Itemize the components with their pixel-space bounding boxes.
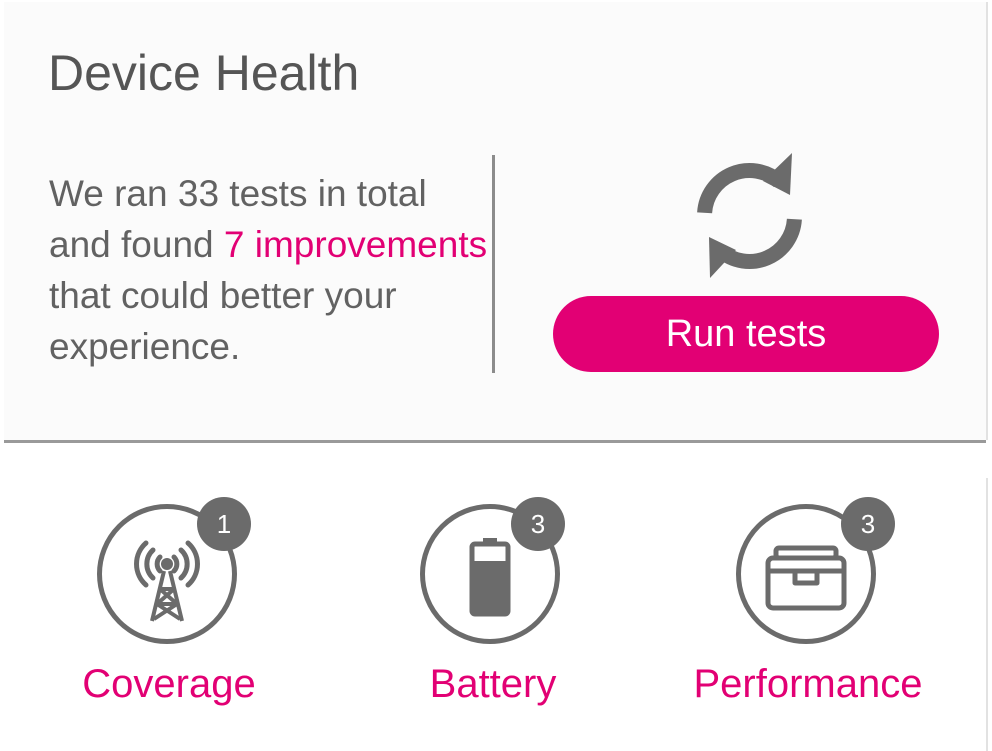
summary-card: Device Health We ran 33 tests in total a…: [4, 2, 988, 440]
category-performance[interactable]: 3 Performance: [658, 497, 958, 738]
section-divider: [4, 440, 986, 443]
improvements-count-link[interactable]: 7 improvements: [224, 224, 487, 265]
device-health-screen: Device Health We ran 33 tests in total a…: [0, 0, 992, 751]
battery-label: Battery: [429, 662, 557, 706]
performance-badge: 3: [841, 497, 895, 551]
performance-label: Performance: [693, 662, 923, 706]
vertical-divider: [492, 155, 495, 373]
category-battery[interactable]: 3 Battery: [343, 497, 643, 738]
coverage-label: Coverage: [82, 662, 256, 706]
category-coverage[interactable]: 1 Coverage: [19, 497, 319, 738]
summary-text-after: that could better your experience.: [49, 275, 397, 367]
run-tests-button[interactable]: Run tests: [553, 296, 939, 372]
coverage-badge: 1: [197, 497, 251, 551]
page-title: Device Health: [48, 45, 360, 101]
test-summary-text: We ran 33 tests in total and found 7 imp…: [49, 168, 489, 372]
refresh-icon: [697, 153, 802, 278]
battery-badge: 3: [511, 497, 565, 551]
right-edge-border: [986, 478, 988, 751]
